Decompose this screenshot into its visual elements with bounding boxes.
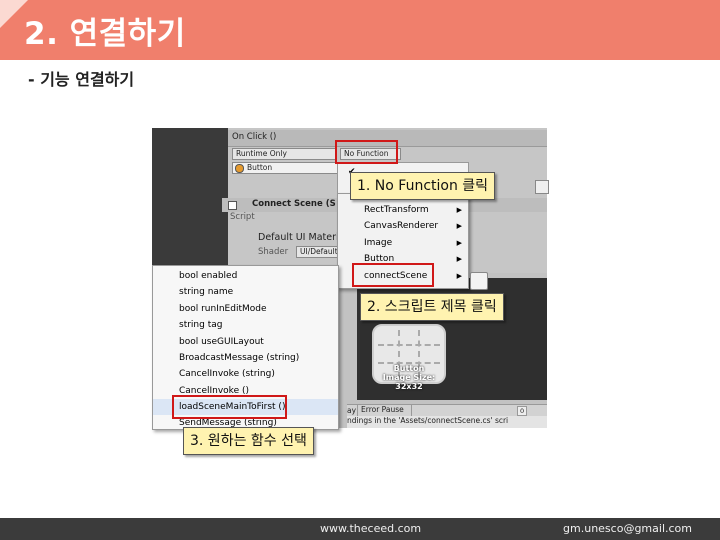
shader-value: UI/Default [300, 247, 338, 256]
highlight-no-function [335, 140, 398, 164]
callout-step-3: 3. 원하는 함수 선택 [183, 427, 314, 455]
menu-item-function[interactable]: BroadcastMessage (string) [179, 351, 299, 366]
hierarchy-dark-column [152, 128, 228, 268]
menu-item-function[interactable]: bool runInEditMode [179, 302, 267, 317]
target-object-label: Button [247, 163, 273, 172]
shader-label: Shader [258, 247, 289, 257]
submenu-arrow-icon: ▶ [456, 255, 462, 263]
slide-header: 2. 연결하기 [0, 0, 720, 60]
submenu-arrow-icon: ▶ [456, 222, 462, 230]
console-message: ndings in the 'Assets/connectScene.cs' s… [347, 416, 547, 428]
console-message-text: ndings in the 'Assets/connectScene.cs' s… [347, 416, 509, 425]
menu-item-recttransform[interactable]: RectTransform [364, 203, 429, 217]
pause-tab[interactable]: ay [347, 406, 356, 415]
target-object-field[interactable]: Button [232, 162, 338, 174]
component-checkbox[interactable] [228, 201, 237, 210]
footer-website: www.theceed.com [320, 522, 422, 535]
runtime-dropdown-label: Runtime Only [236, 149, 287, 158]
error-count-badge: 0 [517, 406, 528, 416]
menu-item-function[interactable]: string tag [179, 318, 222, 333]
callout-step-2: 2. 스크립트 제목 클릭 [360, 293, 504, 321]
button-object-icon [235, 164, 244, 173]
footer-email: gm.unesco@gmail.com [563, 522, 692, 535]
material-label: Default UI Materi [258, 232, 339, 243]
onclick-label: On Click () [232, 132, 277, 142]
highlight-connectscene [352, 263, 434, 287]
preview-caption: Button Image Size: 32x32 [372, 364, 446, 391]
menu-item-function[interactable]: bool enabled [179, 269, 237, 284]
menu-item-canvasrenderer[interactable]: CanvasRenderer [364, 219, 438, 233]
highlight-loadscene [172, 395, 287, 419]
inspector-button[interactable] [470, 272, 488, 290]
script-label: Script [230, 212, 255, 222]
slide-subtitle: - 기능 연결하기 [28, 70, 135, 89]
submenu-arrow-icon: ▶ [456, 206, 462, 214]
menu-item-function[interactable]: string name [179, 285, 233, 300]
submenu-arrow-icon: ▶ [456, 272, 462, 280]
preview-button-label: Button [393, 364, 425, 373]
script-component-title: Connect Scene (S [252, 199, 336, 209]
menu-item-function[interactable]: bool useGUILayout [179, 335, 264, 350]
slice-guide [378, 344, 440, 346]
callout-step-1: 1. No Function 클릭 [350, 172, 496, 200]
error-pause-button[interactable]: Error Pause [357, 405, 412, 416]
menu-item-function[interactable]: CancelInvoke (string) [179, 367, 275, 382]
slide-title: 2. 연결하기 [24, 16, 186, 52]
preview-image-size: Image Size: 32x32 [382, 373, 436, 391]
menu-item-image[interactable]: Image [364, 236, 392, 250]
runtime-dropdown[interactable]: Runtime Only [232, 148, 337, 160]
inspector-button[interactable] [535, 180, 549, 194]
slide-footer: www.theceed.com gm.unesco@gmail.com [0, 518, 720, 540]
submenu-arrow-icon: ▶ [456, 239, 462, 247]
